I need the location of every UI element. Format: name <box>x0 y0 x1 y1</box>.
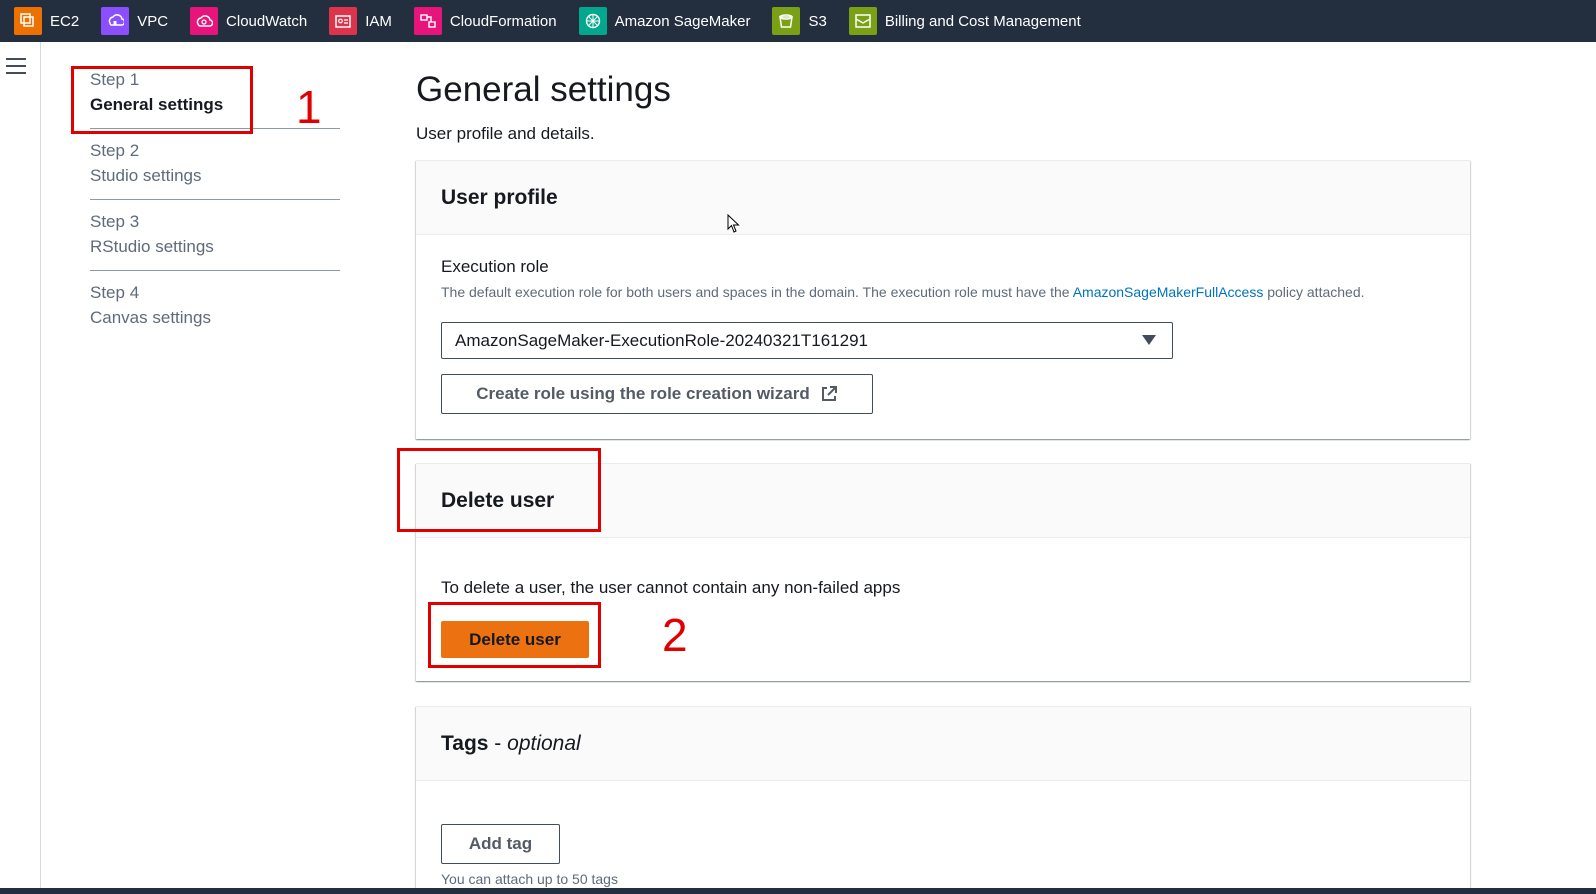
service-label: Billing and Cost Management <box>884 12 1081 30</box>
services-bar: EC2 VPC CloudWatch IAM CloudFormation Amazon … <box>0 0 1596 42</box>
sagemaker-icon <box>578 7 607 35</box>
external-link-icon <box>821 386 837 401</box>
service-shortcut-vpc[interactable]: VPC <box>101 0 168 42</box>
step-divider <box>90 270 340 271</box>
ec2-icon <box>14 7 42 35</box>
service-label: S3 <box>808 12 827 30</box>
sagemaker-full-access-link[interactable]: AmazonSageMakerFullAccess <box>1073 284 1264 300</box>
add-tag-label: Add tag <box>468 834 533 853</box>
service-label: Amazon SageMaker <box>614 12 751 30</box>
service-shortcut-cloudwatch[interactable]: CloudWatch <box>190 0 307 42</box>
service-label: IAM <box>365 12 392 30</box>
service-shortcut-ec2[interactable]: EC2 <box>14 0 79 42</box>
s3-icon <box>772 7 801 35</box>
annotation-box-step-1 <box>71 66 253 134</box>
service-label: CloudFormation <box>449 12 557 30</box>
create-role-wizard-button[interactable]: Create role using the role creation wiza… <box>441 374 873 414</box>
user-profile-panel: User profile Execution role The default … <box>416 160 1470 439</box>
add-tag-button[interactable]: Add tag <box>441 824 560 864</box>
bottom-border <box>0 888 1596 894</box>
step-4[interactable]: Step 4 Canvas settings <box>90 281 340 331</box>
delete-user-note: To delete a user, the user cannot contai… <box>441 578 901 597</box>
step-3-title: RStudio settings <box>90 237 214 256</box>
step-2-title: Studio settings <box>90 166 202 185</box>
tags-heading-dash: - <box>488 731 508 755</box>
tags-optional-label: optional <box>507 731 581 755</box>
tags-heading-label: Tags <box>441 731 489 755</box>
tags-panel: Tags - optional Add tag You can attach u… <box>416 706 1470 894</box>
execution-role-description: The default execution role for both user… <box>441 282 1401 302</box>
service-label: VPC <box>137 12 169 30</box>
vpc-icon <box>101 7 130 35</box>
service-shortcut-iam[interactable]: IAM <box>329 0 392 42</box>
step-divider <box>90 199 340 200</box>
create-role-wizard-label: Create role using the role creation wiza… <box>476 384 810 403</box>
iam-icon <box>329 7 358 35</box>
step-3-number: Step 3 <box>90 212 140 231</box>
billing-icon <box>848 7 877 35</box>
execution-role-desc-text: The default execution role for both user… <box>441 284 1073 300</box>
cloudformation-icon <box>413 7 442 35</box>
step-3[interactable]: Step 3 RStudio settings <box>90 210 340 260</box>
page-subtitle: User profile and details. <box>416 124 595 143</box>
service-label: CloudWatch <box>226 12 308 30</box>
annotation-box-delete-user-heading <box>397 448 601 532</box>
step-4-number: Step 4 <box>90 283 140 302</box>
annotation-number-1: 1 <box>296 81 322 133</box>
service-shortcut-billing-and-cost-management[interactable]: Billing and Cost Management <box>848 0 1081 42</box>
tags-heading: Tags - optional <box>441 732 581 756</box>
service-shortcut-amazon-sagemaker[interactable]: Amazon SageMaker <box>578 0 751 42</box>
step-4-title: Canvas settings <box>90 308 211 327</box>
annotation-box-delete-user-button <box>428 602 601 668</box>
side-rail <box>0 42 41 888</box>
user-profile-header: User profile <box>416 161 1470 235</box>
execution-role-desc-suffix: policy attached. <box>1263 284 1365 300</box>
annotation-number-2: 2 <box>662 609 688 661</box>
service-shortcut-s3[interactable]: S3 <box>772 0 827 42</box>
execution-role-select[interactable]: AmazonSageMaker-ExecutionRole-20240321T1… <box>441 322 1173 359</box>
tags-limit-note: You can attach up to 50 tags <box>441 871 618 887</box>
user-profile-heading: User profile <box>441 185 558 209</box>
page-title: General settings <box>416 70 671 109</box>
cloudwatch-icon <box>190 7 219 35</box>
step-2-number: Step 2 <box>90 141 140 160</box>
execution-role-label: Execution role <box>441 257 549 276</box>
service-shortcut-cloudformation[interactable]: CloudFormation <box>413 0 557 42</box>
tags-header: Tags - optional <box>416 707 1470 781</box>
step-2[interactable]: Step 2 Studio settings <box>90 139 340 189</box>
execution-role-selected-value: AmazonSageMaker-ExecutionRole-20240321T1… <box>455 330 868 350</box>
mouse-cursor-icon <box>727 214 740 233</box>
service-label: EC2 <box>50 12 80 30</box>
menu-icon[interactable] <box>6 58 26 74</box>
caret-down-icon <box>1142 335 1156 345</box>
